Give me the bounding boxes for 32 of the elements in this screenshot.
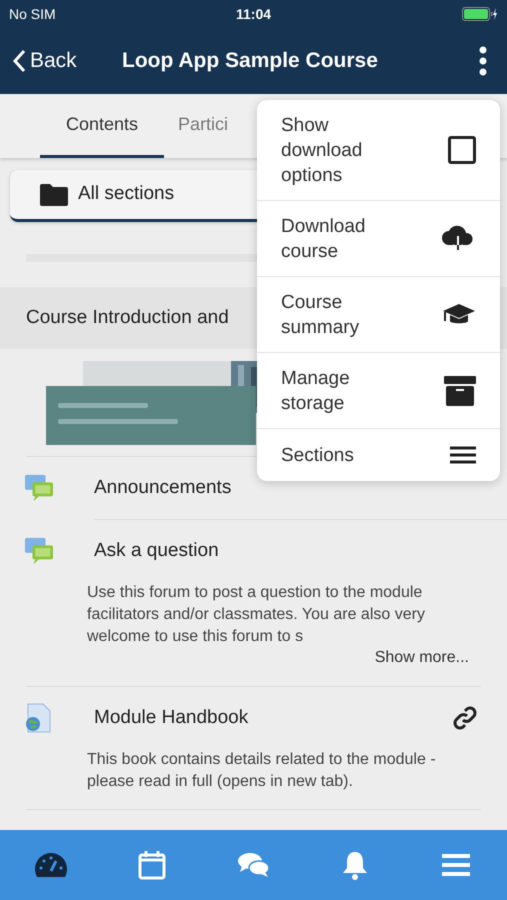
more-vertical-icon — [479, 46, 487, 76]
menu-icon — [442, 853, 470, 877]
speedometer-icon — [34, 853, 67, 877]
activity-title[interactable]: Module Handbook — [94, 704, 453, 732]
menu-item[interactable]: Course summary — [257, 276, 500, 352]
page-title: Loop App Sample Course — [122, 48, 379, 74]
carrier-text: No SIM — [9, 4, 57, 24]
tab[interactable]: Partici — [174, 94, 232, 158]
calendar-icon — [138, 850, 166, 880]
menu-icon — [450, 446, 476, 464]
menu-item[interactable]: Manage storage — [257, 352, 500, 428]
menu-item[interactable]: Download course — [257, 200, 500, 276]
forum-icon — [24, 474, 54, 502]
chevron-left-icon — [12, 49, 26, 73]
activity-description: Use this forum to post a question to the module facilitators and/or classmates. You are also very welcome to use this forum to s — [87, 583, 426, 647]
chat-bubbles-icon — [238, 852, 270, 878]
back-button[interactable]: Back — [12, 45, 122, 77]
clock-text: 11:04 — [236, 4, 272, 24]
web-page-icon — [24, 703, 52, 733]
checkbox[interactable] — [448, 136, 476, 164]
show-more-link[interactable]: Show more... — [374, 646, 469, 670]
archive-box-icon — [444, 376, 476, 406]
tab[interactable]: Contents — [40, 94, 164, 158]
forum-icon — [24, 537, 54, 565]
section-title: Course Introduction and — [26, 306, 229, 330]
activity-title[interactable]: Ask a question — [94, 536, 507, 566]
bell-icon — [340, 850, 369, 880]
link-icon — [453, 706, 477, 730]
activity-description: This book contains details related to the module - please read in full (opens in new tab). — [87, 750, 437, 792]
folder-icon — [40, 184, 68, 206]
battery-icon — [462, 7, 498, 21]
menu-item[interactable]: Sections — [257, 428, 500, 481]
